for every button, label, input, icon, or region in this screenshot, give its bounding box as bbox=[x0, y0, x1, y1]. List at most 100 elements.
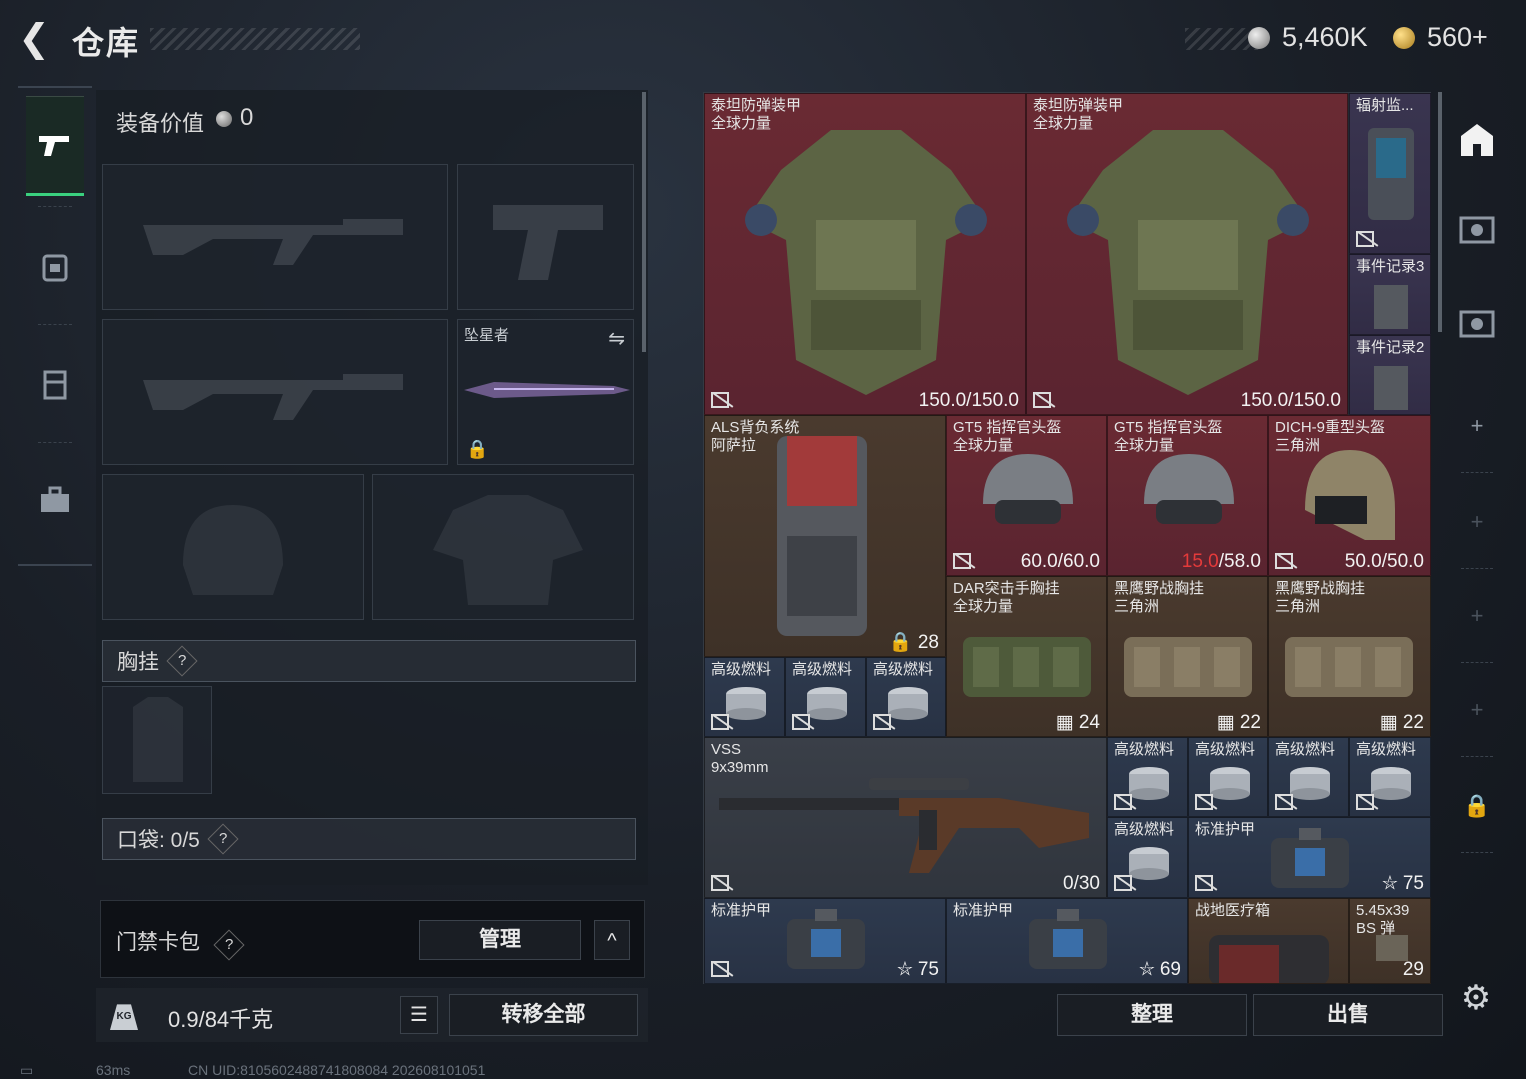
inventory-item[interactable]: ALS背负系统 阿萨拉 🔒 28 bbox=[704, 415, 946, 657]
add-storage-button[interactable]: + bbox=[1455, 688, 1499, 732]
primary-weapon-slot[interactable] bbox=[102, 164, 448, 310]
safe-box-icon bbox=[1459, 310, 1495, 338]
swap-icon[interactable]: ⇋ bbox=[608, 326, 625, 351]
inventory-item[interactable]: GT5 指挥官头盔 全球力量 15.0/58.0 bbox=[1107, 415, 1268, 576]
rifle-silhouette-icon bbox=[143, 219, 403, 265]
inventory-item[interactable]: 事件记录2 bbox=[1349, 335, 1431, 415]
chest-rig-image bbox=[963, 637, 1091, 697]
item-armor: ⛦ 75 bbox=[1382, 873, 1424, 894]
chest-rig-silhouette-icon bbox=[133, 697, 183, 782]
add-storage-button[interactable]: + bbox=[1455, 404, 1499, 448]
inventory-item[interactable]: GT5 指挥官头盔 全球力量 60.0/60.0 bbox=[946, 415, 1107, 576]
carry-weight: 0.9/84千克 bbox=[168, 1007, 274, 1032]
backpack-image bbox=[777, 436, 867, 636]
inventory-item[interactable]: 高级燃料 bbox=[1349, 737, 1431, 817]
item-name: 标准护甲 bbox=[711, 902, 772, 919]
fuel-can-image bbox=[1210, 767, 1250, 800]
not-insured-icon bbox=[792, 714, 810, 730]
inventory-item[interactable]: DICH-9重型头盔 三角洲 50.0/50.0 bbox=[1268, 415, 1431, 576]
helmet-silhouette-icon bbox=[183, 505, 283, 595]
nav-backpack[interactable] bbox=[26, 216, 84, 316]
inventory-item[interactable]: 标准护甲 ⛦ 75 bbox=[1188, 817, 1431, 898]
armor-value: 75 bbox=[1402, 873, 1424, 894]
page-title: 仓库 bbox=[72, 25, 141, 61]
item-capacity: ▦ 22 bbox=[1379, 712, 1424, 733]
heavy-helmet-image bbox=[1305, 450, 1395, 540]
pockets-header: 口袋: 0/5 ? bbox=[102, 818, 636, 860]
armor-value: 69 bbox=[1159, 959, 1181, 980]
battery-icon: ▭ bbox=[20, 1062, 34, 1078]
nav-supplies[interactable] bbox=[26, 334, 84, 434]
inventory-item[interactable]: 泰坦防弹装甲 全球力量 150.0/150.0 bbox=[1026, 93, 1348, 415]
toolbox-icon bbox=[41, 486, 69, 512]
inventory-item[interactable]: 战地医疗箱 bbox=[1188, 898, 1349, 984]
not-insured-icon bbox=[1195, 875, 1213, 891]
inventory-item[interactable]: 高级燃料 bbox=[1268, 737, 1349, 817]
helmet-slot[interactable] bbox=[102, 474, 364, 620]
inventory-item[interactable]: 黑鹰野战胸挂 三角洲 ▦ 22 bbox=[1107, 576, 1268, 737]
inventory-item[interactable]: 标准护甲 ⛦ 75 bbox=[704, 898, 946, 984]
item-name: 标准护甲 bbox=[953, 902, 1014, 919]
add-storage-button[interactable]: + bbox=[1455, 594, 1499, 638]
lock-icon[interactable]: 🔒 bbox=[1455, 784, 1499, 828]
armor-case-image bbox=[787, 909, 865, 969]
help-icon[interactable]: ? bbox=[207, 823, 239, 855]
melee-slot[interactable]: 坠星者 ⇋ 🔒 bbox=[457, 319, 634, 465]
armor-case-image bbox=[1271, 828, 1349, 888]
settings-gear-icon[interactable]: ⚙ bbox=[1458, 980, 1494, 1016]
nav-weapons[interactable] bbox=[26, 96, 84, 196]
armor-case-image bbox=[1029, 909, 1107, 969]
silver-coin-icon bbox=[1248, 27, 1270, 49]
inventory-item[interactable]: 泰坦防弹装甲 全球力量 150.0/150.0 bbox=[704, 93, 1026, 415]
item-armor: ⛦ 69 bbox=[1139, 959, 1181, 980]
sort-button[interactable]: 整理 bbox=[1057, 994, 1247, 1036]
inventory-item[interactable]: DAR突击手胸挂 全球力量 ▦ 24 bbox=[946, 576, 1107, 737]
item-name: 高级燃料 bbox=[711, 661, 772, 678]
body-armor-slot[interactable] bbox=[372, 474, 634, 620]
item-name: 高级燃料 bbox=[1195, 741, 1256, 758]
item-name: 黑鹰野战胸挂 三角洲 bbox=[1275, 580, 1366, 615]
inventory-item[interactable]: 高级燃料 bbox=[704, 657, 785, 737]
manage-button[interactable]: 管理 bbox=[419, 920, 581, 960]
inventory-item[interactable]: 高级燃料 bbox=[866, 657, 946, 737]
inventory-item[interactable]: 黑鹰野战胸挂 三角洲 ▦ 22 bbox=[1268, 576, 1431, 737]
inventory-item[interactable]: 辐射监... bbox=[1349, 93, 1431, 254]
collapse-button[interactable]: ^ bbox=[594, 920, 630, 960]
medkit-image bbox=[1209, 935, 1329, 983]
add-storage-button[interactable]: + bbox=[1455, 500, 1499, 544]
inventory-item[interactable]: 5.45x39 BS 弹 29 bbox=[1349, 898, 1431, 984]
inventory-item[interactable]: VSS 9x39mm 0/30 bbox=[704, 737, 1107, 898]
back-button[interactable]: ❮ bbox=[14, 20, 54, 60]
storage-tab-1[interactable] bbox=[1455, 212, 1499, 256]
inventory-scrollbar[interactable] bbox=[1438, 92, 1442, 332]
equipment-scrollbar[interactable] bbox=[642, 92, 646, 352]
sidearm-slot[interactable] bbox=[457, 164, 634, 310]
pistol-silhouette-icon bbox=[493, 205, 603, 280]
category-nav bbox=[18, 86, 92, 566]
storage-tab-2[interactable] bbox=[1455, 306, 1499, 350]
item-name: 高级燃料 bbox=[1114, 741, 1175, 758]
warehouse-tab[interactable] bbox=[1455, 120, 1499, 164]
not-insured-icon bbox=[873, 714, 891, 730]
gold-balance[interactable]: 560+ bbox=[1427, 22, 1488, 53]
inventory-item[interactable]: 高级燃料 bbox=[1188, 737, 1268, 817]
uid-readout: CN UID:8105602488741808084 202608101051 bbox=[188, 1062, 486, 1078]
inventory-item[interactable]: 标准护甲 ⛦ 69 bbox=[946, 898, 1188, 984]
sell-button[interactable]: 出售 bbox=[1253, 994, 1443, 1036]
chest-rig-slot[interactable] bbox=[102, 686, 212, 794]
capacity-value: 24 bbox=[1078, 712, 1100, 733]
item-durability: 60.0/60.0 bbox=[1020, 551, 1100, 572]
help-icon[interactable]: ? bbox=[166, 645, 198, 677]
not-insured-icon bbox=[1356, 231, 1374, 247]
inventory-item[interactable]: 高级燃料 bbox=[1107, 737, 1188, 817]
nav-toolbox[interactable] bbox=[26, 450, 84, 550]
inventory-item[interactable]: 事件记录3 bbox=[1349, 254, 1431, 335]
fuel-can-image bbox=[1371, 767, 1411, 800]
inventory-item[interactable]: 高级燃料 bbox=[1107, 817, 1188, 898]
help-icon[interactable]: ? bbox=[213, 929, 245, 961]
not-insured-icon bbox=[1356, 794, 1374, 810]
secondary-weapon-slot[interactable] bbox=[102, 319, 448, 465]
inventory-item[interactable]: 高级燃料 bbox=[785, 657, 866, 737]
transfer-all-button[interactable]: 转移全部 bbox=[449, 994, 638, 1036]
list-view-button[interactable]: ☰ bbox=[400, 996, 438, 1034]
